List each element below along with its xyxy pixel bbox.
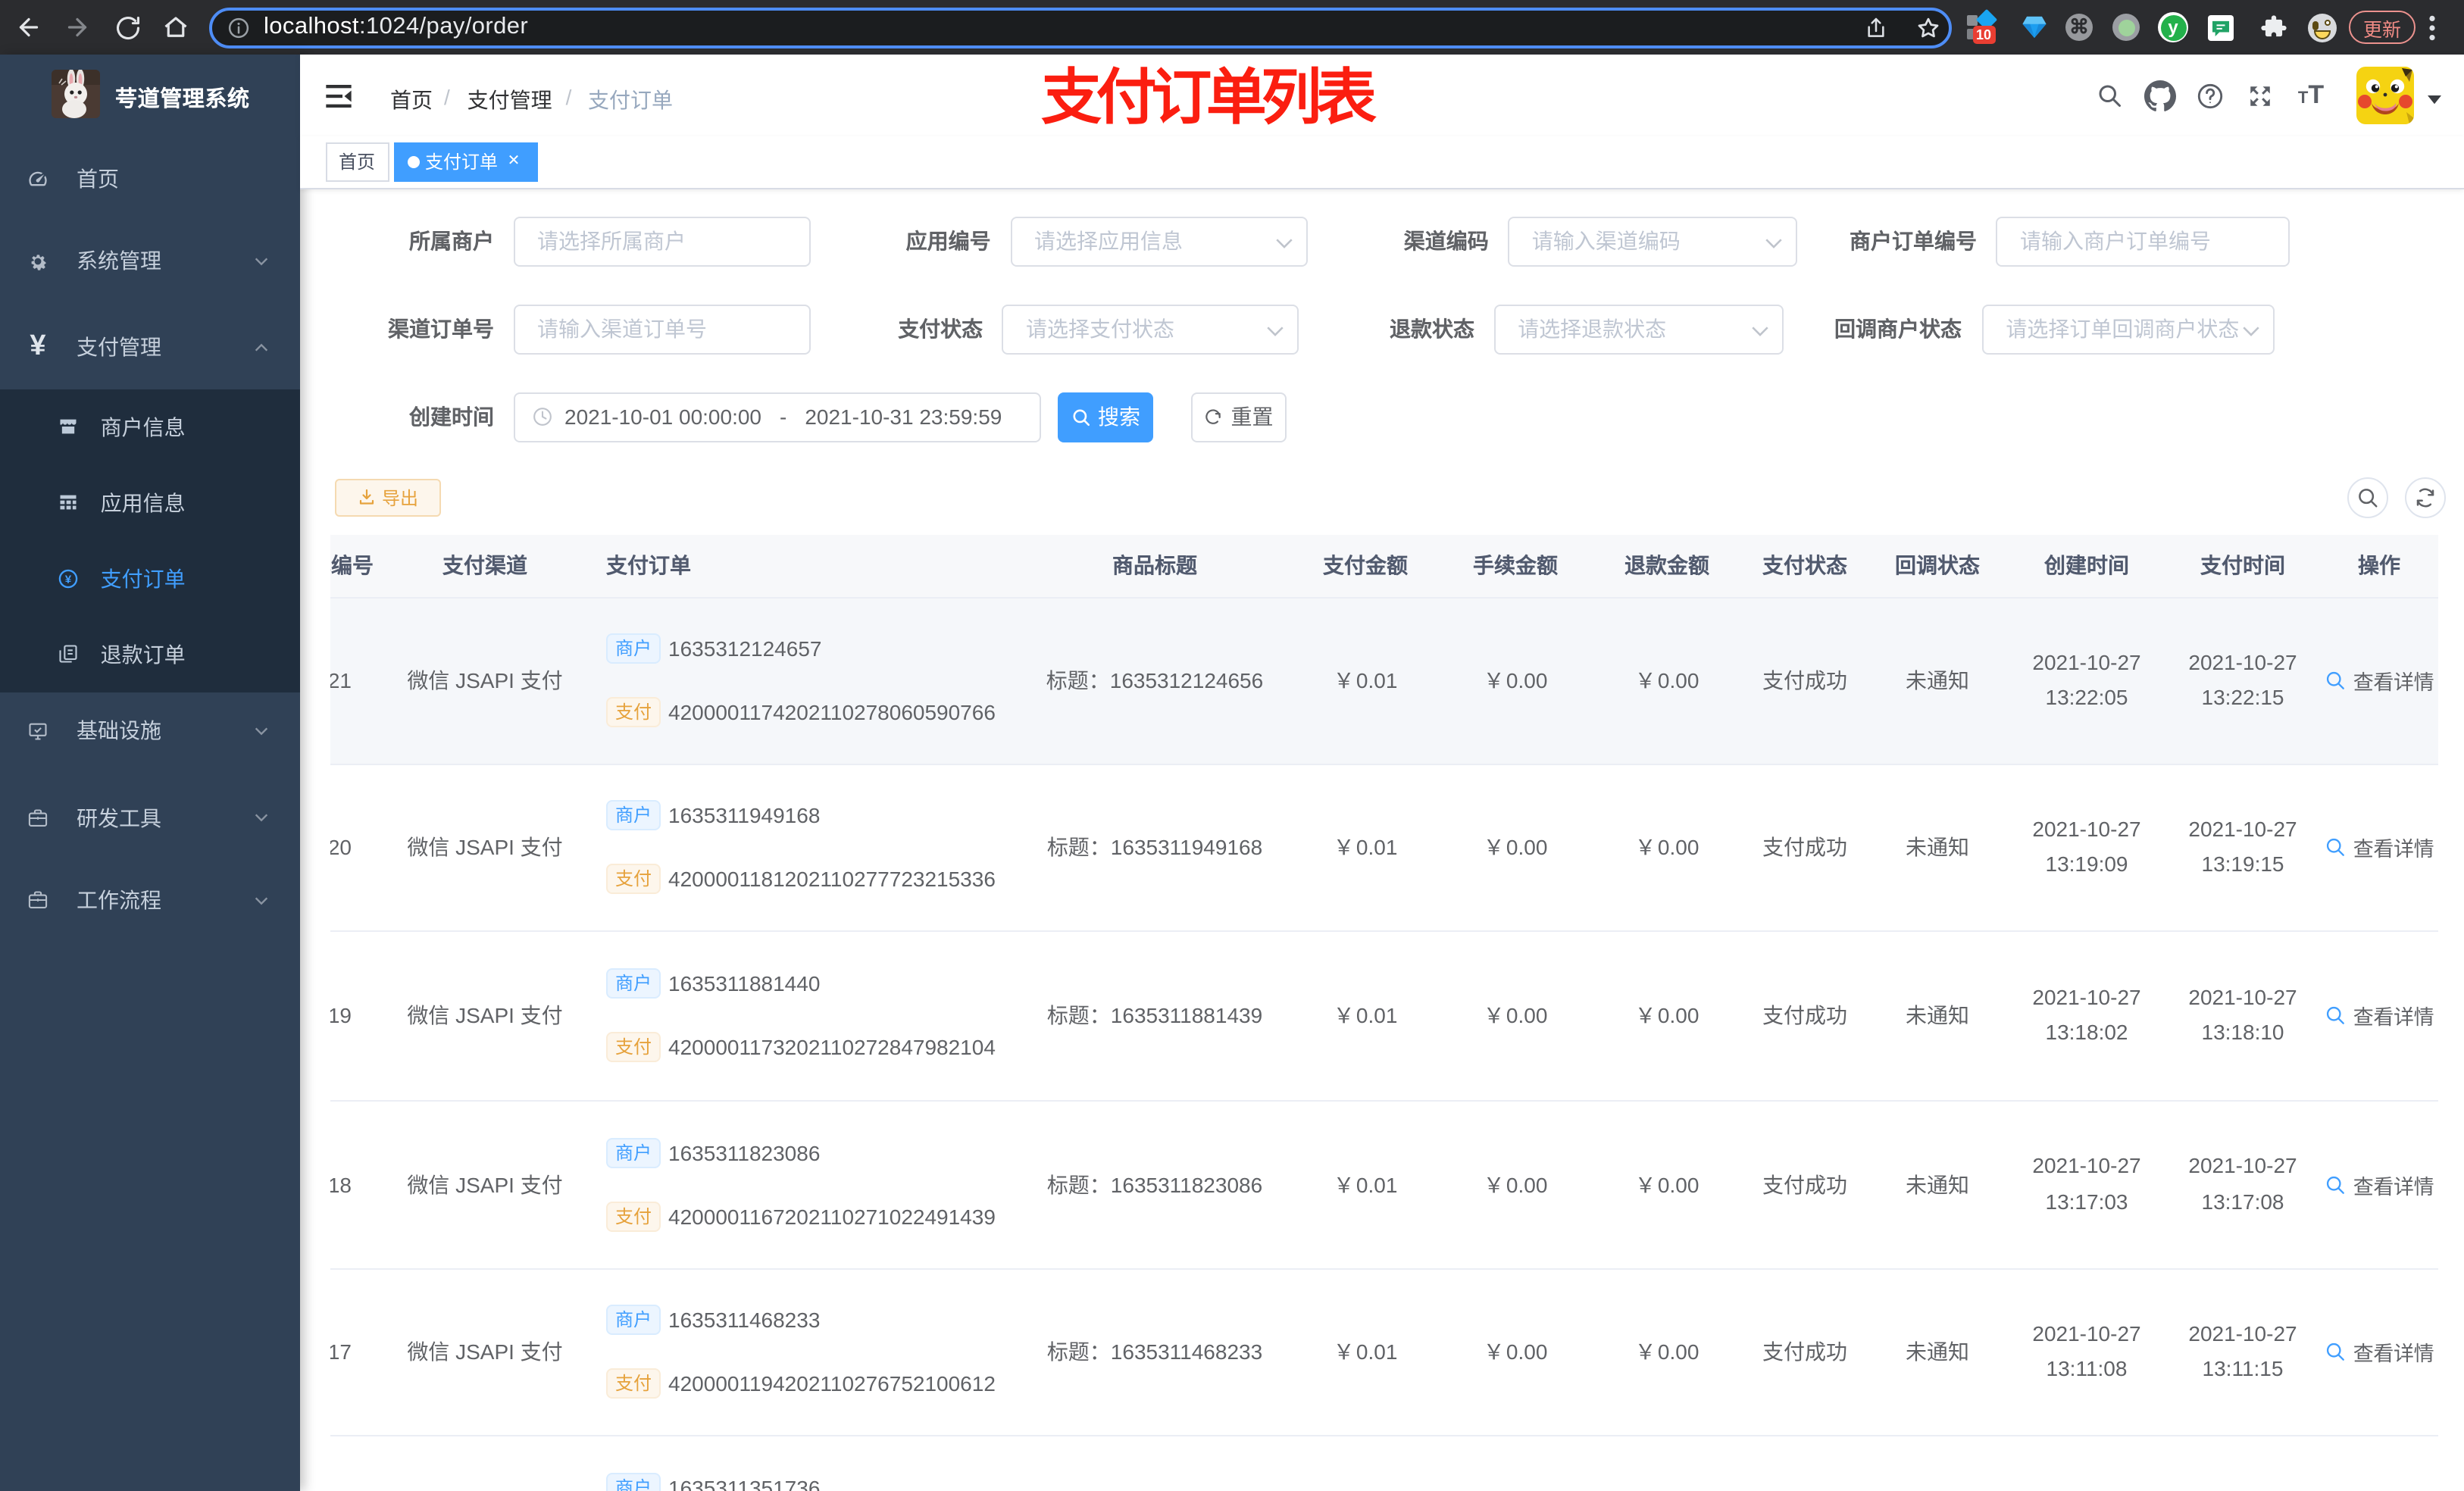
svg-text:¥: ¥ [64, 572, 71, 585]
